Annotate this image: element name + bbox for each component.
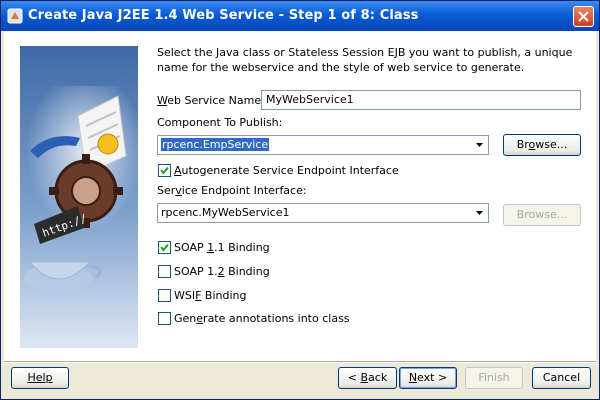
cancel-button[interactable]: Cancel bbox=[532, 367, 591, 389]
sei-value: rpcenc.MyWebService1 bbox=[161, 206, 290, 219]
web-service-illustration: http:// bbox=[20, 46, 138, 348]
back-button[interactable]: < Back bbox=[338, 367, 397, 389]
wsif-checkbox[interactable] bbox=[158, 289, 171, 302]
checkmark-icon bbox=[160, 243, 169, 252]
help-button[interactable]: Help bbox=[11, 367, 69, 389]
chevron-down-icon[interactable] bbox=[472, 205, 487, 221]
browse-sei-button[interactable]: Browse... bbox=[503, 204, 581, 226]
app-icon bbox=[7, 8, 23, 24]
component-to-publish-label: Component To Publish: bbox=[157, 116, 283, 129]
soap-11-checkbox[interactable] bbox=[158, 241, 171, 254]
title-bar[interactable]: Create Java J2EE 1.4 Web Service - Step … bbox=[1, 1, 599, 31]
chevron-down-icon[interactable] bbox=[472, 137, 487, 153]
finish-button[interactable]: Finish bbox=[465, 367, 523, 389]
service-endpoint-interface-label: Service Endpoint Interface: bbox=[157, 184, 307, 197]
component-to-publish-combo[interactable]: rpcenc.EmpService bbox=[157, 135, 489, 155]
annotations-checkbox[interactable] bbox=[158, 312, 171, 325]
web-service-name-input[interactable]: MyWebService1 bbox=[261, 90, 581, 110]
annotations-label: Generate annotations into class bbox=[174, 312, 350, 325]
footer-separator bbox=[4, 361, 596, 363]
wsif-label: WSIF Binding bbox=[174, 289, 247, 302]
soap-11-label: SOAP 1.1 Binding bbox=[174, 241, 270, 254]
dialog-window: Create Java J2EE 1.4 Web Service - Step … bbox=[0, 0, 600, 400]
service-endpoint-interface-combo[interactable]: rpcenc.MyWebService1 bbox=[157, 203, 489, 223]
step-description: Select the Java class or Stateless Sessi… bbox=[157, 46, 573, 74]
autogenerate-label: Autogenerate Service Endpoint Interface bbox=[174, 164, 399, 177]
web-service-name-label: Web Service Name: bbox=[157, 94, 265, 107]
browse-button[interactable]: Browse... bbox=[503, 134, 581, 156]
component-value: rpcenc.EmpService bbox=[161, 138, 270, 151]
window-title: Create Java J2EE 1.4 Web Service - Step … bbox=[28, 8, 419, 23]
checkmark-icon bbox=[160, 166, 169, 175]
close-button[interactable] bbox=[573, 6, 594, 27]
close-icon bbox=[578, 11, 589, 22]
soap-12-checkbox[interactable] bbox=[158, 265, 171, 278]
autogenerate-checkbox[interactable] bbox=[158, 164, 171, 177]
next-button[interactable]: Next > bbox=[399, 367, 457, 389]
soap-12-label: SOAP 1.2 Binding bbox=[174, 265, 270, 278]
